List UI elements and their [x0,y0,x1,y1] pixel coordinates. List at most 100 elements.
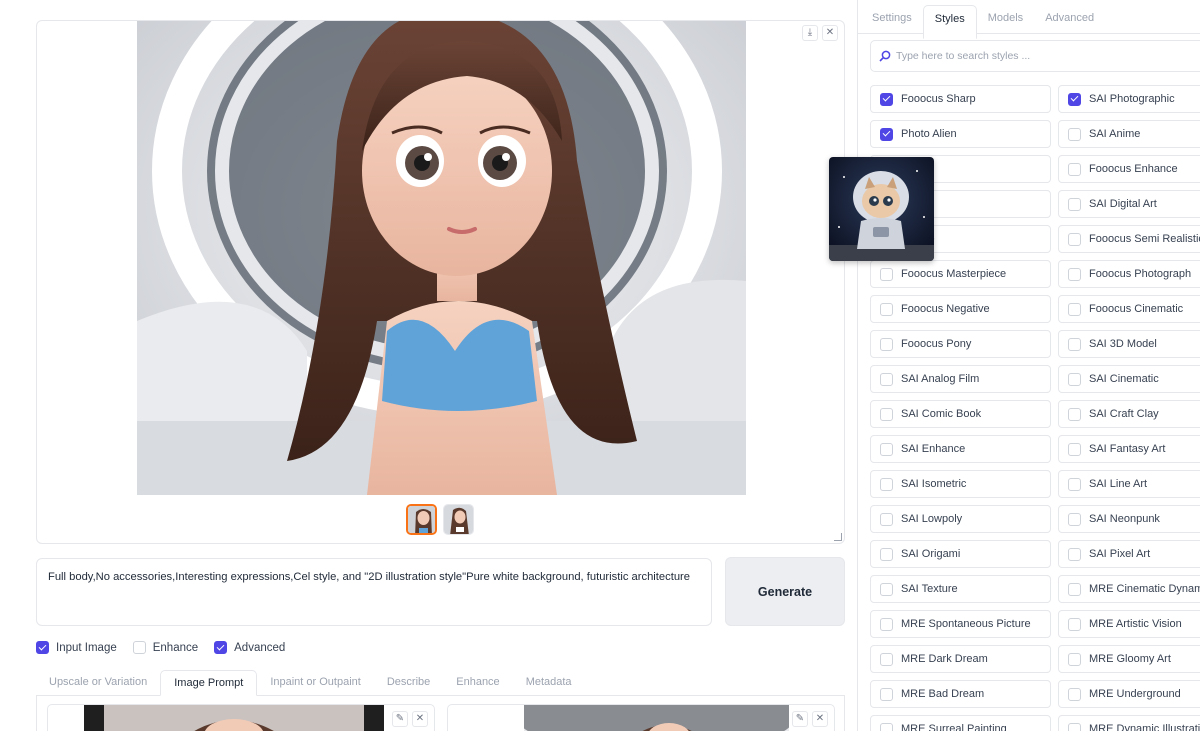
style-option[interactable]: Fooocus Negative [870,295,1051,323]
close-icon[interactable]: ✕ [412,711,428,727]
style-option[interactable]: Fooocus Semi Realistic [1058,225,1200,253]
resize-handle[interactable] [834,533,842,541]
style-checkbox[interactable] [1068,162,1081,176]
style-option[interactable]: SAI Anime [1058,120,1200,148]
prompt-input[interactable]: Full body,No accessories,Interesting exp… [36,558,712,626]
style-checkbox[interactable] [1068,442,1081,456]
style-checkbox[interactable] [880,722,893,731]
style-checkbox[interactable] [880,302,893,316]
tab-inpaint-or-outpaint[interactable]: Inpaint or Outpaint [257,670,374,696]
gallery-thumbnail[interactable] [406,504,437,535]
style-option[interactable]: SAI Enhance [870,435,1051,463]
style-option[interactable]: SAI Photographic [1058,85,1200,113]
style-checkbox[interactable] [1068,722,1081,731]
gallery-thumbnail[interactable] [443,504,474,535]
style-checkbox[interactable] [1068,92,1081,106]
close-icon[interactable]: ✕ [822,25,838,41]
style-checkbox[interactable] [880,512,893,526]
style-option[interactable]: SAI Digital Art [1058,190,1200,218]
tab-metadata[interactable]: Metadata [513,670,585,696]
style-option[interactable]: MRE Gloomy Art [1058,645,1200,673]
style-option[interactable]: SAI Isometric [870,470,1051,498]
image-prompt-slot[interactable]: ✎ ✕ [47,704,435,731]
style-option[interactable]: SAI Origami [870,540,1051,568]
style-checkbox[interactable] [880,92,893,106]
style-checkbox[interactable] [880,442,893,456]
style-option[interactable]: MRE Dynamic Illustration [1058,715,1200,731]
style-option[interactable]: MRE Spontaneous Picture [870,610,1051,638]
style-checkbox[interactable] [880,407,893,421]
style-option[interactable]: MRE Underground [1058,680,1200,708]
style-checkbox[interactable] [880,547,893,561]
style-search-input[interactable] [896,50,1176,62]
style-checkbox[interactable] [1068,512,1081,526]
style-option[interactable]: SAI Texture [870,575,1051,603]
style-option[interactable]: Photo Alien [870,120,1051,148]
style-checkbox[interactable] [880,477,893,491]
download-icon[interactable]: ⤓ [802,25,818,41]
style-option[interactable]: SAI Line Art [1058,470,1200,498]
style-option[interactable]: MRE Bad Dream [870,680,1051,708]
tab-models[interactable]: Models [977,0,1034,34]
style-checkbox[interactable] [880,372,893,386]
style-checkbox[interactable] [1068,302,1081,316]
style-option[interactable]: MRE Dark Dream [870,645,1051,673]
style-checkbox[interactable] [1068,652,1081,666]
tab-enhance[interactable]: Enhance [443,670,512,696]
style-checkbox[interactable] [880,652,893,666]
tab-settings[interactable]: Settings [861,0,923,34]
style-option[interactable]: MRE Artistic Vision [1058,610,1200,638]
style-option[interactable]: Fooocus Photograph [1058,260,1200,288]
style-option[interactable]: Fooocus Enhance [1058,155,1200,183]
style-option[interactable]: SAI Craft Clay [1058,400,1200,428]
style-option[interactable]: SAI Lowpoly [870,505,1051,533]
style-checkbox[interactable] [1068,337,1081,351]
style-checkbox[interactable] [1068,617,1081,631]
close-icon[interactable]: ✕ [812,711,828,727]
tab-describe[interactable]: Describe [374,670,443,696]
style-checkbox[interactable] [1068,477,1081,491]
tab-styles[interactable]: Styles [922,5,977,39]
style-checkbox[interactable] [1068,232,1081,246]
advanced-option[interactable]: Advanced [214,641,285,654]
style-checkbox[interactable] [1068,127,1081,141]
style-checkbox[interactable] [1068,407,1081,421]
tab-advanced[interactable]: Advanced [1034,0,1105,34]
style-option[interactable]: SAI 3D Model [1058,330,1200,358]
generated-image[interactable] [137,21,746,495]
advanced-checkbox[interactable] [214,641,228,654]
style-search-box[interactable] [870,40,1200,72]
style-option[interactable]: MRE Surreal Painting [870,715,1051,731]
tab-upscale-or-variation[interactable]: Upscale or Variation [36,670,160,696]
style-option[interactable]: Fooocus Sharp [870,85,1051,113]
tab-image-prompt[interactable]: Image Prompt [160,670,258,696]
style-checkbox[interactable] [880,127,893,141]
style-checkbox[interactable] [1068,687,1081,701]
style-option[interactable]: SAI Neonpunk [1058,505,1200,533]
style-option[interactable]: Fooocus Pony [870,330,1051,358]
style-checkbox[interactable] [1068,372,1081,386]
style-checkbox[interactable] [1068,267,1081,281]
style-option[interactable]: SAI Cinematic [1058,365,1200,393]
edit-icon[interactable]: ✎ [792,711,808,727]
style-option[interactable]: Fooocus Masterpiece [870,260,1051,288]
style-checkbox[interactable] [880,617,893,631]
enhance-checkbox[interactable] [132,641,146,654]
style-checkbox[interactable] [880,267,893,281]
style-checkbox[interactable] [1068,197,1081,211]
style-checkbox[interactable] [1068,582,1081,596]
style-checkbox[interactable] [880,337,893,351]
style-option[interactable]: MRE Cinematic Dynamic [1058,575,1200,603]
enhance-option[interactable]: Enhance [132,641,198,654]
style-checkbox[interactable] [880,687,893,701]
input-image-option[interactable]: Input Image [36,641,117,654]
style-option[interactable]: SAI Analog Film [870,365,1051,393]
image-prompt-slot[interactable]: ✎ ✕ [447,704,835,731]
style-option[interactable]: SAI Comic Book [870,400,1051,428]
input-image-checkbox[interactable] [36,641,49,654]
style-option[interactable]: SAI Pixel Art [1058,540,1200,568]
style-option[interactable]: Fooocus Cinematic [1058,295,1200,323]
style-checkbox[interactable] [880,582,893,596]
style-checkbox[interactable] [1068,547,1081,561]
style-option[interactable]: SAI Fantasy Art [1058,435,1200,463]
